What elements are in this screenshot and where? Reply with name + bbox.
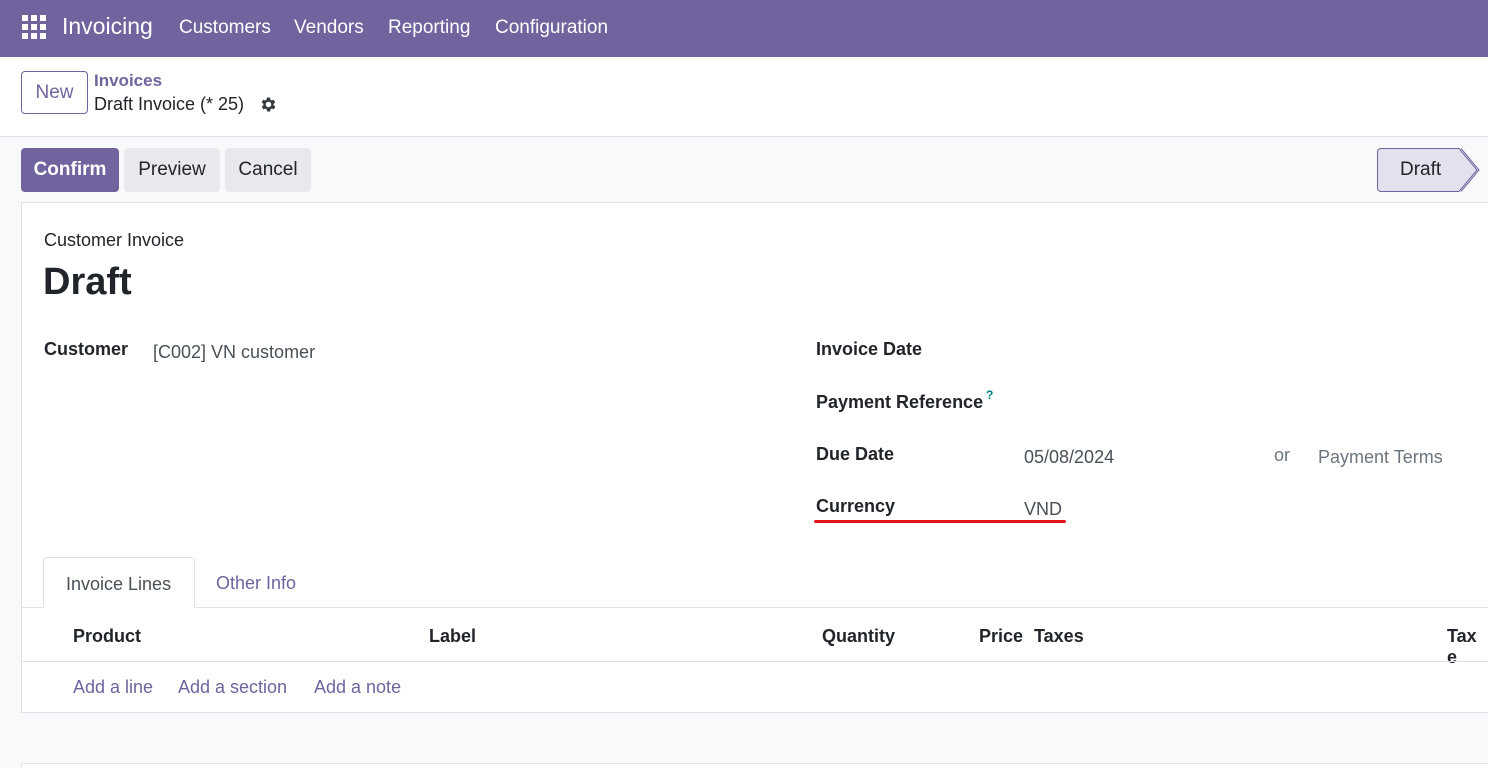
add-section-link[interactable]: Add a section bbox=[178, 677, 287, 698]
column-taxes[interactable]: Taxes bbox=[1034, 626, 1084, 647]
payment-terms-field[interactable]: Payment Terms bbox=[1318, 447, 1443, 468]
menu-customers[interactable]: Customers bbox=[179, 17, 271, 39]
breadcrumb-current: Draft Invoice (* 25) bbox=[94, 94, 245, 114]
table-header-divider bbox=[21, 661, 1488, 662]
column-quantity[interactable]: Quantity bbox=[822, 626, 895, 647]
table-footer-divider bbox=[21, 763, 1488, 764]
tab-other-info[interactable]: Other Info bbox=[216, 573, 296, 594]
help-tooltip-icon[interactable]: ? bbox=[986, 388, 993, 402]
payment-reference-label: Payment Reference bbox=[816, 392, 984, 412]
new-button[interactable]: New bbox=[21, 71, 88, 114]
top-navbar: Invoicing Customers Vendors Reporting Co… bbox=[0, 0, 1488, 57]
apps-grid-icon[interactable] bbox=[22, 15, 46, 39]
breadcrumb-invoices[interactable]: Invoices bbox=[94, 71, 162, 91]
add-note-link[interactable]: Add a note bbox=[314, 677, 401, 698]
or-separator: or bbox=[1274, 445, 1291, 465]
app-brand[interactable]: Invoicing bbox=[62, 13, 153, 40]
tab-invoice-lines[interactable]: Invoice Lines bbox=[43, 557, 195, 608]
column-label[interactable]: Label bbox=[429, 626, 476, 647]
cancel-button[interactable]: Cancel bbox=[225, 148, 311, 192]
page-title: Draft bbox=[43, 261, 132, 303]
due-date-field[interactable]: 05/08/2024 bbox=[1024, 447, 1114, 468]
preview-button[interactable]: Preview bbox=[124, 148, 220, 192]
control-panel: New Invoices Draft Invoice (* 25) bbox=[0, 57, 1488, 137]
currency-highlight-underline bbox=[814, 520, 1066, 523]
confirm-button[interactable]: Confirm bbox=[21, 148, 119, 192]
customer-field[interactable]: [C002] VN customer bbox=[153, 342, 315, 363]
tabs-divider bbox=[21, 607, 1488, 608]
table-footer-area bbox=[21, 713, 1488, 763]
status-bar: Confirm Preview Cancel Draft bbox=[0, 137, 1488, 202]
stage-draft-label: Draft bbox=[1400, 159, 1442, 180]
invoice-date-label: Invoice Date bbox=[816, 339, 923, 359]
menu-vendors[interactable]: Vendors bbox=[294, 17, 364, 39]
due-date-label: Due Date bbox=[816, 444, 895, 464]
gear-icon[interactable] bbox=[259, 95, 278, 114]
menu-reporting[interactable]: Reporting bbox=[388, 17, 470, 39]
add-line-link[interactable]: Add a line bbox=[73, 677, 153, 698]
currency-field[interactable]: VND bbox=[1024, 499, 1062, 520]
currency-label: Currency bbox=[816, 496, 896, 516]
column-price[interactable]: Price bbox=[979, 626, 1023, 647]
customer-label: Customer bbox=[44, 339, 129, 359]
column-product[interactable]: Product bbox=[73, 626, 141, 647]
tab-invoice-lines-label: Invoice Lines bbox=[66, 574, 172, 594]
document-type: Customer Invoice bbox=[44, 230, 185, 250]
menu-configuration[interactable]: Configuration bbox=[495, 17, 608, 39]
